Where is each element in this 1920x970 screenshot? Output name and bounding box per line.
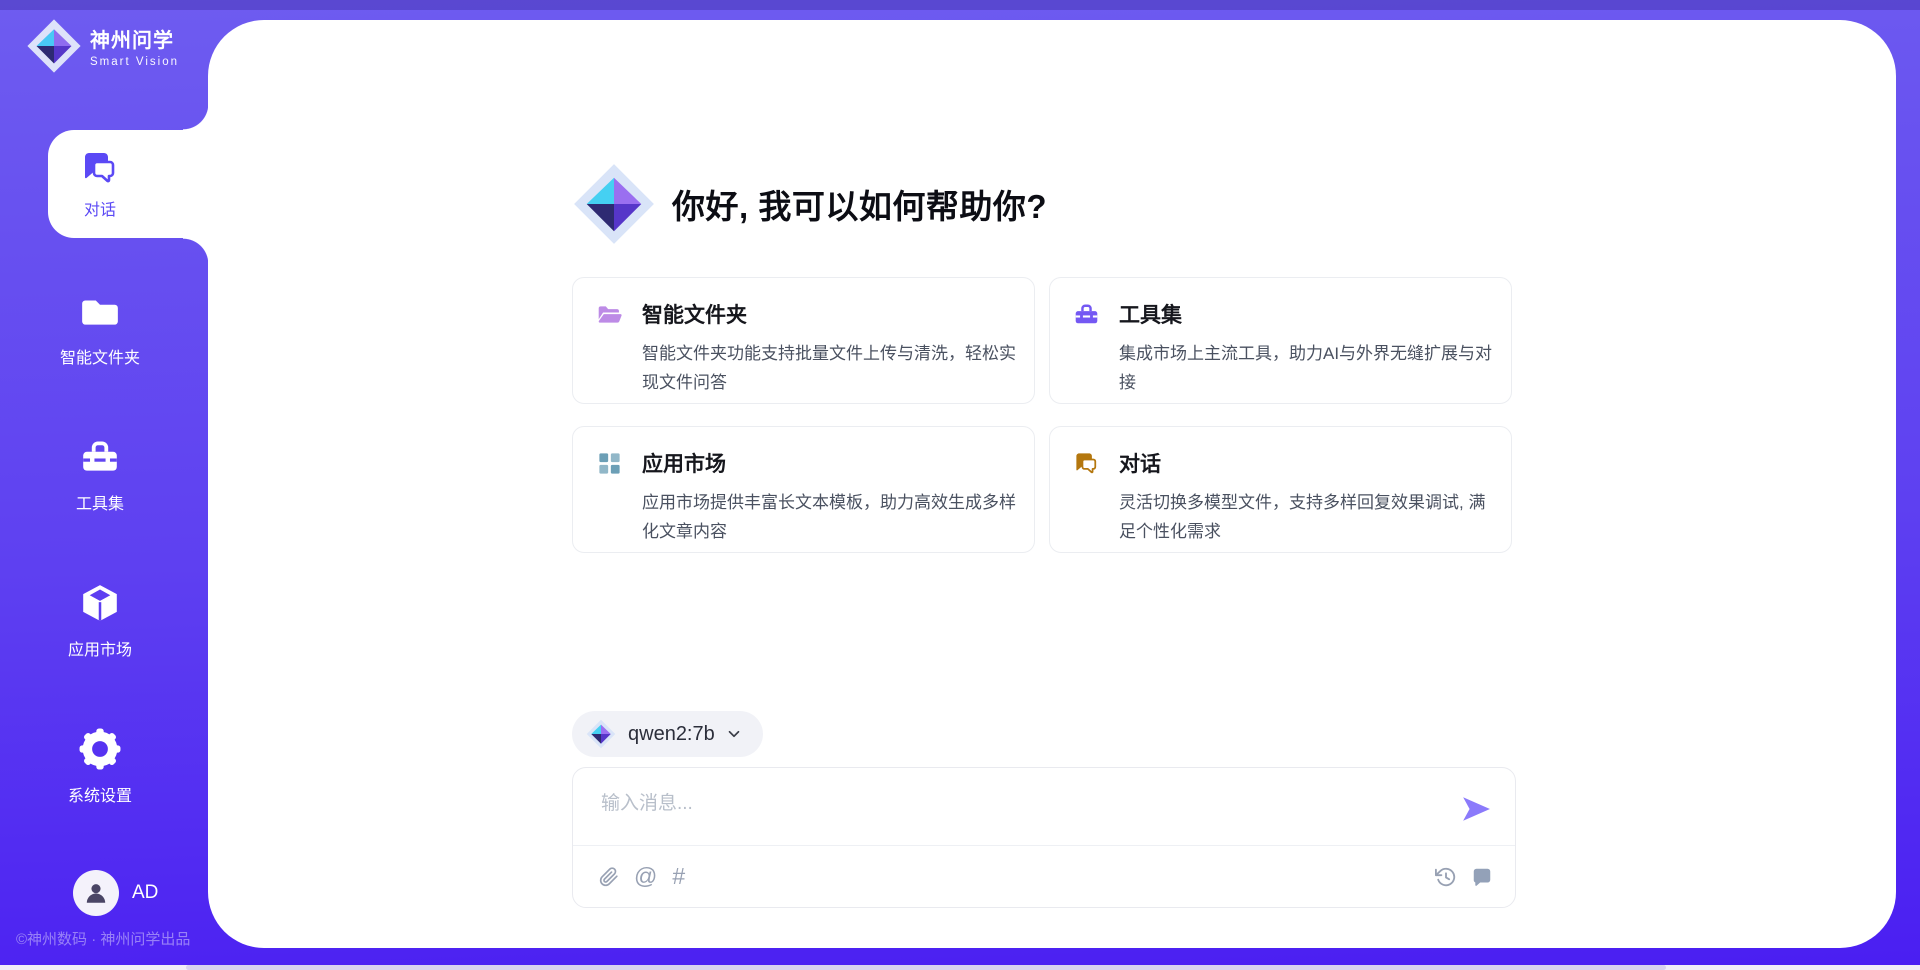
sidebar-item-chat[interactable]: 对话 bbox=[48, 130, 209, 238]
sidebar-item-toolbox[interactable]: 工具集 bbox=[20, 436, 180, 514]
card-description: 智能文件夹功能支持批量文件上传与清洗，轻松实现文件问答 bbox=[642, 339, 1024, 397]
message-composer: @ # bbox=[572, 767, 1516, 908]
sidebar-item-label: 智能文件夹 bbox=[20, 344, 180, 368]
avatar bbox=[73, 870, 119, 916]
quick-reply-icon[interactable] bbox=[1471, 866, 1493, 888]
card-description: 灵活切换多模型文件，支持多样回复效果调试, 满足个性化需求 bbox=[1119, 488, 1501, 546]
gear-icon bbox=[79, 728, 121, 770]
main-panel: 你好, 我可以如何帮助你? 智能文件夹 智能文件夹功能支持批量文件上传与清洗，轻… bbox=[208, 20, 1896, 948]
greeting: 你好, 我可以如何帮助你? bbox=[572, 162, 1047, 246]
attachment-icon[interactable] bbox=[599, 866, 619, 888]
composer-toolbar: @ # bbox=[599, 846, 1493, 907]
copyright-footer: ©神州数码 · 神州问学出品 bbox=[16, 928, 190, 949]
card-title: 应用市场 bbox=[642, 448, 726, 478]
brand-subtitle: Smart Vision bbox=[90, 56, 179, 68]
toolbox-icon bbox=[79, 436, 121, 478]
card-description: 集成市场上主流工具，助力AI与外界无缝扩展与对接 bbox=[1119, 339, 1501, 397]
window-top-shade bbox=[0, 0, 1920, 10]
grid-icon bbox=[596, 450, 623, 477]
chevron-down-icon bbox=[725, 725, 743, 743]
sidebar-item-settings[interactable]: 系统设置 bbox=[20, 728, 180, 806]
brand: 神州问学 Smart Vision bbox=[26, 18, 179, 74]
horizontal-scrollbar[interactable] bbox=[0, 965, 1920, 970]
scrollbar-thumb[interactable] bbox=[186, 965, 1666, 970]
card-smart-folder[interactable]: 智能文件夹 智能文件夹功能支持批量文件上传与清洗，轻松实现文件问答 bbox=[572, 277, 1035, 404]
sidebar-item-app-market[interactable]: 应用市场 bbox=[20, 582, 180, 660]
chat-icon bbox=[80, 148, 120, 188]
sidebar-item-label: 对话 bbox=[84, 196, 116, 220]
card-title: 工具集 bbox=[1119, 299, 1182, 329]
sidebar-item-label: 系统设置 bbox=[20, 782, 180, 806]
user-profile[interactable]: AD bbox=[73, 870, 158, 916]
sidebar-item-label: 应用市场 bbox=[20, 636, 180, 660]
chat-icon bbox=[1073, 450, 1100, 477]
card-description: 应用市场提供丰富长文本模板，助力高效生成多样化文章内容 bbox=[642, 488, 1024, 546]
send-icon[interactable] bbox=[1461, 794, 1491, 824]
card-toolbox[interactable]: 工具集 集成市场上主流工具，助力AI与外界无缝扩展与对接 bbox=[1049, 277, 1512, 404]
greeting-text: 你好, 我可以如何帮助你? bbox=[672, 180, 1047, 228]
model-name: qwen2:7b bbox=[628, 723, 715, 746]
message-input[interactable] bbox=[601, 784, 1421, 824]
feature-cards: 智能文件夹 智能文件夹功能支持批量文件上传与清洗，轻松实现文件问答 工具集 集成… bbox=[572, 277, 1516, 553]
user-name: AD bbox=[132, 882, 158, 904]
hashtag-icon[interactable]: # bbox=[672, 865, 685, 888]
mention-icon[interactable]: @ bbox=[634, 865, 657, 888]
cube-icon bbox=[79, 582, 121, 624]
diamond-logo-icon bbox=[586, 719, 616, 749]
card-app-market[interactable]: 应用市场 应用市场提供丰富长文本模板，助力高效生成多样化文章内容 bbox=[572, 426, 1035, 553]
user-icon bbox=[83, 880, 109, 906]
brand-logo-icon bbox=[26, 18, 82, 74]
card-title: 对话 bbox=[1119, 448, 1161, 478]
card-title: 智能文件夹 bbox=[642, 299, 747, 329]
folder-open-icon bbox=[596, 301, 623, 328]
brand-name: 神州问学 bbox=[90, 24, 179, 53]
folder-icon bbox=[79, 290, 121, 332]
sidebar-item-smart-folder[interactable]: 智能文件夹 bbox=[20, 290, 180, 368]
toolbox-icon bbox=[1073, 301, 1100, 328]
card-chat[interactable]: 对话 灵活切换多模型文件，支持多样回复效果调试, 满足个性化需求 bbox=[1049, 426, 1512, 553]
model-selector[interactable]: qwen2:7b bbox=[572, 711, 763, 757]
diamond-logo-icon bbox=[572, 162, 656, 246]
sidebar-item-label: 工具集 bbox=[20, 490, 180, 514]
history-icon[interactable] bbox=[1435, 866, 1457, 888]
